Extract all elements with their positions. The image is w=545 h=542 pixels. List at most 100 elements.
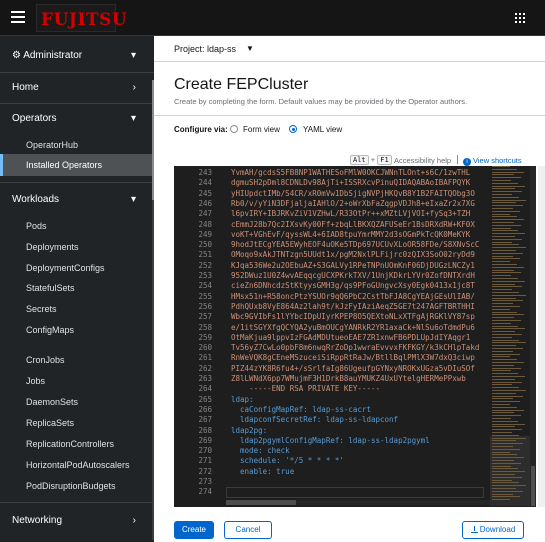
- sidebar-item-deployments[interactable]: Deployments: [0, 236, 154, 258]
- nav-section-operators[interactable]: Operators ▾: [0, 107, 154, 131]
- code-line[interactable]: ldap2pgymlConfigMapRef: ldap-ss-ldap2pgy…: [231, 436, 489, 445]
- minimap-line: [492, 437, 526, 439]
- code-line[interactable]: 9hodJtECgYEA5EWyhEOF4uOKe5TDp697UCUvXLoO…: [231, 240, 489, 249]
- line-number: 247: [198, 209, 212, 219]
- sidebar-item-cronjobs[interactable]: CronJobs: [0, 349, 154, 371]
- sidebar-item-label: Pods: [26, 221, 47, 231]
- code-line[interactable]: HMsx51n+R58oncPtzYSUOr9qQ6PbC2CstTbFJA8C…: [231, 292, 489, 301]
- sidebar-item-deploymentconfigs[interactable]: DeploymentConfigs: [0, 257, 154, 279]
- editor-vertical-scrollbar-thumb[interactable]: [531, 466, 535, 506]
- nav-section-workloads[interactable]: Workloads ▾: [0, 188, 154, 212]
- code-line[interactable]: Tv56yZ7CwLo0pbF8m6nwqRrZoDp1wwraEvvvxFKF…: [231, 343, 489, 352]
- code-line[interactable]: Rb0/v/yYiN3DFjaljaIAHlO/2+oWrXbFaZqgpVDJ…: [231, 199, 489, 208]
- minimap-line: [492, 423, 525, 425]
- nav-section-networking[interactable]: Networking ›: [0, 509, 154, 533]
- main-content: Project: ldap-ss ▼ Create FEPCluster Cre…: [154, 36, 545, 542]
- minimap-line: [492, 325, 518, 327]
- code-line[interactable]: RnWeVQK8gCEneMSzuceiSiRppRtRaJw/BtllBqlP…: [231, 353, 489, 362]
- brand-logo[interactable]: FUJITSU: [36, 4, 127, 32]
- editor-horizontal-scrollbar-thumb[interactable]: [226, 500, 296, 505]
- code-line[interactable]: dgmuSH2pDml8CDNLDv98AjTi+ISSRXcvPinuQIDA…: [231, 178, 489, 187]
- code-line[interactable]: cEmmJ28b7Qc2IXsvKy00Ff+zbqLlBKXQZAFUSeEr…: [231, 220, 489, 229]
- yaml-editor[interactable]: 243 244 245 246 247 248 249 250 251 252 253 254 255 2…: [174, 166, 536, 507]
- minimap-line: [492, 308, 510, 310]
- minimap-line: [492, 457, 524, 459]
- minimap-line: [492, 490, 523, 492]
- code-line[interactable]: OMoqo9xAkJTNTzgn5UUdt1x/pgM2NxlPLFijrc0z…: [231, 250, 489, 259]
- sidebar-item-label: Deployments: [26, 242, 79, 252]
- code-line[interactable]: PdhQUxb8VyE864Az2lah9t/kJzFyIAziAeqZ5GE7…: [231, 302, 489, 311]
- sidebar-item-jobs[interactable]: Jobs: [0, 370, 154, 392]
- sidebar-item-label: ReplicaSets: [26, 418, 75, 428]
- chevron-down-icon: ▾: [130, 113, 136, 124]
- nav-section-home[interactable]: Home ›: [0, 76, 154, 100]
- minimap-line: [492, 230, 518, 232]
- minimap-line: [492, 406, 517, 408]
- yaml-view-label[interactable]: YAML view: [303, 125, 342, 134]
- editor-minimap[interactable]: [490, 166, 530, 507]
- code-line[interactable]: ldapconfSecretRef: ldap-ss-ldapconf: [231, 415, 489, 424]
- code-line[interactable]: Wbc9GVIbFs1lYYbcIDpUIyrKPEP8O5QEXtoNLxXT…: [231, 312, 489, 321]
- code-line[interactable]: schedule: '*/5 * * * *': [231, 456, 489, 465]
- line-number: 267: [198, 415, 212, 425]
- code-line[interactable]: l6pvIRY+IBJRKvZiV1VZHwL/R33OtPr++xMZtLVj…: [231, 209, 489, 218]
- minimap-line: [492, 451, 510, 453]
- line-number: 262: [198, 363, 212, 373]
- grid-icon[interactable]: [515, 13, 525, 23]
- page-scrollbar[interactable]: [538, 166, 545, 507]
- caret-down-icon[interactable]: ▼: [246, 44, 254, 53]
- kbd-plus: +: [370, 155, 376, 164]
- code-line[interactable]: YvmAH/gcdsS5FB8NP1WATHESoFMlW0OKCJWNnTLO…: [231, 168, 489, 177]
- download-button[interactable]: Download: [462, 521, 524, 539]
- code-line[interactable]: caConfigMapRef: ldap-ss-cacrt: [231, 405, 489, 414]
- view-shortcuts-link[interactable]: i View shortcuts: [463, 156, 522, 166]
- page-title: Create FEPCluster: [174, 76, 309, 93]
- minimap-line: [492, 482, 519, 484]
- code-line[interactable]: voKT+VGhEvF/qyssWL4+6IAD8tpuYmrMMY2d3sOG…: [231, 230, 489, 239]
- code-line[interactable]: ldap2pg:: [231, 426, 489, 435]
- code-line[interactable]: e/1itSGYXfgQCYQA2yuBmOUCgYANRkR2YR1axaCk…: [231, 323, 489, 332]
- hamburger-icon[interactable]: [11, 11, 25, 23]
- line-number: 249: [198, 229, 212, 239]
- perspective-switcher[interactable]: ⚙ Administrator ▾: [0, 44, 154, 68]
- sidebar-item-secrets[interactable]: Secrets: [0, 298, 154, 320]
- minimap-line: [492, 227, 511, 229]
- code-line[interactable]: ldap:: [231, 395, 489, 404]
- sidebar-item-operatorhub[interactable]: OperatorHub: [0, 134, 154, 156]
- minimap-line: [492, 294, 526, 296]
- sidebar-item-installed-operators[interactable]: Installed Operators: [0, 154, 154, 176]
- sidebar-item-pods[interactable]: Pods: [0, 215, 154, 237]
- cancel-button[interactable]: Cancel: [224, 521, 272, 539]
- chevron-right-icon: ›: [132, 515, 136, 526]
- form-view-label[interactable]: Form view: [243, 125, 280, 134]
- form-view-radio[interactable]: [230, 125, 238, 133]
- code-line[interactable]: OtMaKjua9lppvIzFGAdMDUtueoEAE7ZR1xnwFB6P…: [231, 333, 489, 342]
- sidebar-item-replicationcontrollers[interactable]: ReplicationControllers: [0, 433, 154, 455]
- sidebar-item-poddisruptionbudgets[interactable]: PodDisruptionBudgets: [0, 475, 154, 497]
- line-number: 245: [198, 188, 212, 198]
- minimap-line: [492, 488, 516, 489]
- sidebar-item-statefulsets[interactable]: StatefulSets: [0, 277, 154, 299]
- yaml-view-radio[interactable]: [289, 125, 297, 133]
- sidebar-item-horizontalpodautoscalers[interactable]: HorizontalPodAutoscalers: [0, 454, 154, 476]
- sidebar-item-daemonsets[interactable]: DaemonSets: [0, 391, 154, 413]
- minimap-line: [492, 241, 512, 243]
- editor-vertical-scrollbar[interactable]: [530, 166, 536, 507]
- code-line[interactable]: mode: check: [231, 446, 489, 455]
- sidebar-item-replicasets[interactable]: ReplicaSets: [0, 412, 154, 434]
- project-selector[interactable]: Project: ldap-ss: [174, 44, 236, 54]
- code-line[interactable]: KJqa536We2u2OEbuAZ+S3GALVy1RPeTNPnUOmKnF…: [231, 261, 489, 270]
- code-line[interactable]: yHIUpdctIMb/S4CR/xR0mVw1DbSjigNVPjHKQvB8…: [231, 189, 489, 198]
- code-line[interactable]: 952DWuz1U0Z4wvAEqqcgUCXPKrkTXV/1UnjKDkrL…: [231, 271, 489, 280]
- code-line[interactable]: enable: true: [231, 467, 489, 476]
- code-line[interactable]: cieZn6DNhcdzStKtyysGMH3g/qs9PFoGUngvcXsy…: [231, 281, 489, 290]
- minimap-line: [492, 420, 518, 422]
- minimap-line: [492, 474, 515, 475]
- sidebar-item-configmaps[interactable]: ConfigMaps: [0, 319, 154, 341]
- code-line[interactable]: Z8lLWNdX6pp7WMujmF3H1DrkB8auYMUKZ4UxUYte…: [231, 374, 489, 383]
- minimap-line: [492, 188, 515, 190]
- code-line[interactable]: PIZ44zYK8R6fu4+/sSrlfaIg86UgeufpGYNxyNRO…: [231, 364, 489, 373]
- code-line[interactable]: -----END RSA PRIVATE KEY-----: [231, 384, 489, 393]
- sidebar-item-label: Jobs: [26, 376, 46, 386]
- create-button[interactable]: Create: [174, 521, 214, 539]
